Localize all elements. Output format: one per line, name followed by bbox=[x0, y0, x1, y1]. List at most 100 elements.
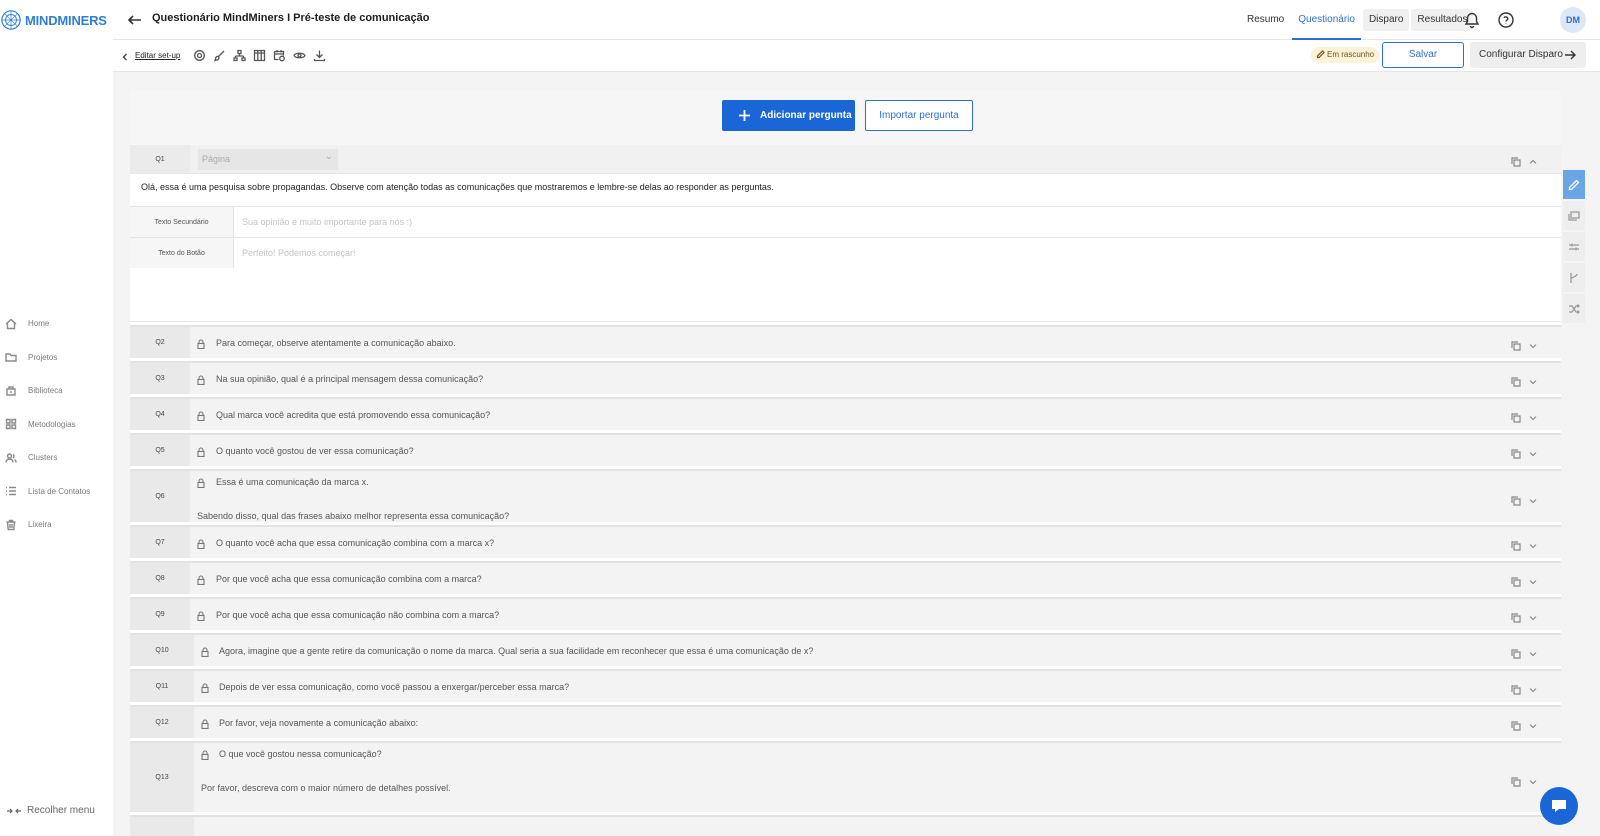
settings-tool[interactable] bbox=[193, 49, 206, 62]
sidebar-item-biblioteca[interactable]: Biblioteca bbox=[0, 374, 113, 408]
sidebar-item-clusters[interactable]: Clusters bbox=[0, 441, 113, 475]
media-tool[interactable] bbox=[1563, 201, 1585, 230]
tab-questionario[interactable]: Questionário bbox=[1292, 0, 1361, 40]
expand-button[interactable] bbox=[1528, 538, 1538, 549]
import-question-button[interactable]: Importar pergunta bbox=[865, 100, 973, 131]
row-actions bbox=[1511, 574, 1541, 587]
copy-button[interactable] bbox=[1511, 154, 1521, 167]
brand-logo[interactable]: MINDMINERS bbox=[0, 8, 107, 32]
expand-button[interactable] bbox=[1528, 646, 1538, 657]
copy-button[interactable] bbox=[1511, 338, 1521, 351]
question-body-q1: Olá, essa é uma pesquisa sobre propagand… bbox=[130, 174, 1561, 322]
copy-button[interactable] bbox=[1511, 374, 1521, 387]
button-text-input[interactable]: Perfeito! Podemos começar! bbox=[242, 238, 356, 269]
copy-icon bbox=[1511, 157, 1521, 167]
avatar[interactable]: DM bbox=[1560, 7, 1586, 33]
help-button[interactable] bbox=[1497, 11, 1515, 29]
options-tool[interactable] bbox=[1563, 232, 1585, 261]
download-tool[interactable] bbox=[313, 49, 326, 62]
question-row[interactable]: Q6 Essa é uma comunicação da marca x. Sa… bbox=[130, 469, 1561, 522]
question-row[interactable]: Q3 Na sua opinião, qual é a principal me… bbox=[130, 361, 1561, 394]
expand-button[interactable] bbox=[1528, 574, 1538, 585]
copy-button[interactable] bbox=[1511, 538, 1521, 551]
lock-icon bbox=[197, 444, 205, 458]
configure-dispatch-label: Configurar Disparo bbox=[1479, 49, 1563, 60]
question-row[interactable]: Q8 Por que você acha que essa comunicaçã… bbox=[130, 561, 1561, 594]
add-question-button[interactable]: Adicionar pergunta bbox=[722, 100, 855, 131]
copy-button[interactable] bbox=[1511, 446, 1521, 459]
question-header-q1[interactable]: Q1 Página bbox=[130, 145, 1561, 174]
question-row[interactable]: Q13 O que você gostou nessa comunicação?… bbox=[130, 741, 1561, 812]
style-tool[interactable] bbox=[213, 49, 226, 62]
expand-button[interactable] bbox=[1528, 718, 1538, 729]
question-row[interactable]: Q5 O quanto você gostou de ver essa comu… bbox=[130, 433, 1561, 466]
collapse-menu-button[interactable]: Recolher menu bbox=[6, 805, 95, 816]
expand-button[interactable] bbox=[1528, 774, 1538, 785]
edit-tool[interactable] bbox=[1563, 170, 1585, 199]
copy-button[interactable] bbox=[1511, 574, 1521, 587]
expand-button[interactable] bbox=[1528, 610, 1538, 621]
copy-button[interactable] bbox=[1511, 646, 1521, 659]
status-badge: Em rascunho bbox=[1311, 47, 1380, 63]
question-text[interactable]: Olá, essa é uma pesquisa sobre propagand… bbox=[141, 182, 774, 192]
question-row[interactable]: Q9 Por que você acha que essa comunicaçã… bbox=[130, 597, 1561, 630]
question-row[interactable] bbox=[130, 815, 1561, 836]
tab-disparo[interactable]: Disparo bbox=[1362, 9, 1410, 31]
sidebar-nav: Home Projetos Biblioteca Metodologias Cl… bbox=[0, 307, 113, 542]
chevron-down-icon bbox=[1529, 344, 1537, 349]
copy-button[interactable] bbox=[1511, 718, 1521, 731]
sidebar-item-label: Biblioteca bbox=[28, 386, 63, 396]
brush-icon bbox=[213, 50, 225, 62]
copy-button[interactable] bbox=[1511, 610, 1521, 623]
back-button[interactable] bbox=[127, 12, 143, 28]
copy-icon bbox=[1511, 685, 1521, 695]
collapse-button[interactable] bbox=[1528, 154, 1538, 164]
expand-button[interactable] bbox=[1528, 446, 1538, 457]
lock-icon bbox=[197, 475, 205, 489]
question-type-select[interactable]: Página bbox=[198, 146, 338, 170]
flow-tool[interactable] bbox=[233, 49, 246, 62]
toolbar-back-button[interactable] bbox=[120, 50, 130, 62]
preview-tool[interactable] bbox=[293, 49, 306, 62]
sidebar-item-metodologias[interactable]: Metodologias bbox=[0, 408, 113, 442]
copy-button[interactable] bbox=[1511, 493, 1521, 506]
configure-dispatch-button[interactable]: Configurar Disparo bbox=[1470, 42, 1586, 68]
edit-setup-link[interactable]: Editar set-up bbox=[135, 51, 180, 60]
sidebar-item-label: Lixeira bbox=[28, 520, 52, 530]
tab-resumo[interactable]: Resumo bbox=[1241, 0, 1290, 40]
pencil-icon bbox=[1316, 50, 1325, 59]
expand-button[interactable] bbox=[1528, 338, 1538, 349]
expand-button[interactable] bbox=[1528, 682, 1538, 693]
question-row[interactable]: Q10 Agora, imagine que a gente retire da… bbox=[130, 633, 1561, 666]
question-row[interactable]: Q7 O quanto você acha que essa comunicaç… bbox=[130, 525, 1561, 558]
sidebar-item-projetos[interactable]: Projetos bbox=[0, 341, 113, 375]
copy-button[interactable] bbox=[1511, 774, 1521, 787]
plus-icon bbox=[739, 110, 750, 121]
question-number: Q12 bbox=[130, 707, 194, 738]
chevron-down-icon bbox=[1529, 452, 1537, 457]
randomize-tool[interactable] bbox=[1563, 294, 1585, 323]
expand-button[interactable] bbox=[1528, 493, 1538, 504]
copy-button[interactable] bbox=[1511, 682, 1521, 695]
copy-icon bbox=[1511, 377, 1521, 387]
expand-button[interactable] bbox=[1528, 374, 1538, 385]
logic-tool[interactable] bbox=[1563, 263, 1585, 292]
copy-button[interactable] bbox=[1511, 410, 1521, 423]
expand-button[interactable] bbox=[1528, 410, 1538, 421]
question-row[interactable]: Q4 Qual marca você acredita que está pro… bbox=[130, 397, 1561, 430]
sidebar-item-home[interactable]: Home bbox=[0, 307, 113, 341]
question-row[interactable]: Q12 Por favor, veja novamente a comunica… bbox=[130, 705, 1561, 738]
secondary-text-input[interactable]: Sua opinião é muito importante para nós … bbox=[242, 207, 412, 238]
chevron-left-icon bbox=[122, 53, 127, 61]
save-button[interactable]: Salvar bbox=[1382, 42, 1464, 68]
notifications-button[interactable] bbox=[1463, 11, 1481, 29]
chat-support-button[interactable] bbox=[1540, 787, 1578, 825]
question-row[interactable]: Q2 Para começar, observe atentamente a c… bbox=[130, 325, 1561, 358]
sidebar-item-lista-de-contatos[interactable]: Lista de Contatos bbox=[0, 475, 113, 509]
schedule-tool[interactable] bbox=[273, 49, 286, 62]
question-row[interactable]: Q11 Depois de ver essa comunicação, como… bbox=[130, 669, 1561, 702]
chevron-down-icon bbox=[1529, 416, 1537, 421]
sidebar-item-lixeira[interactable]: Lixeira bbox=[0, 508, 113, 542]
lock-icon bbox=[197, 408, 205, 422]
columns-tool[interactable] bbox=[253, 49, 266, 62]
